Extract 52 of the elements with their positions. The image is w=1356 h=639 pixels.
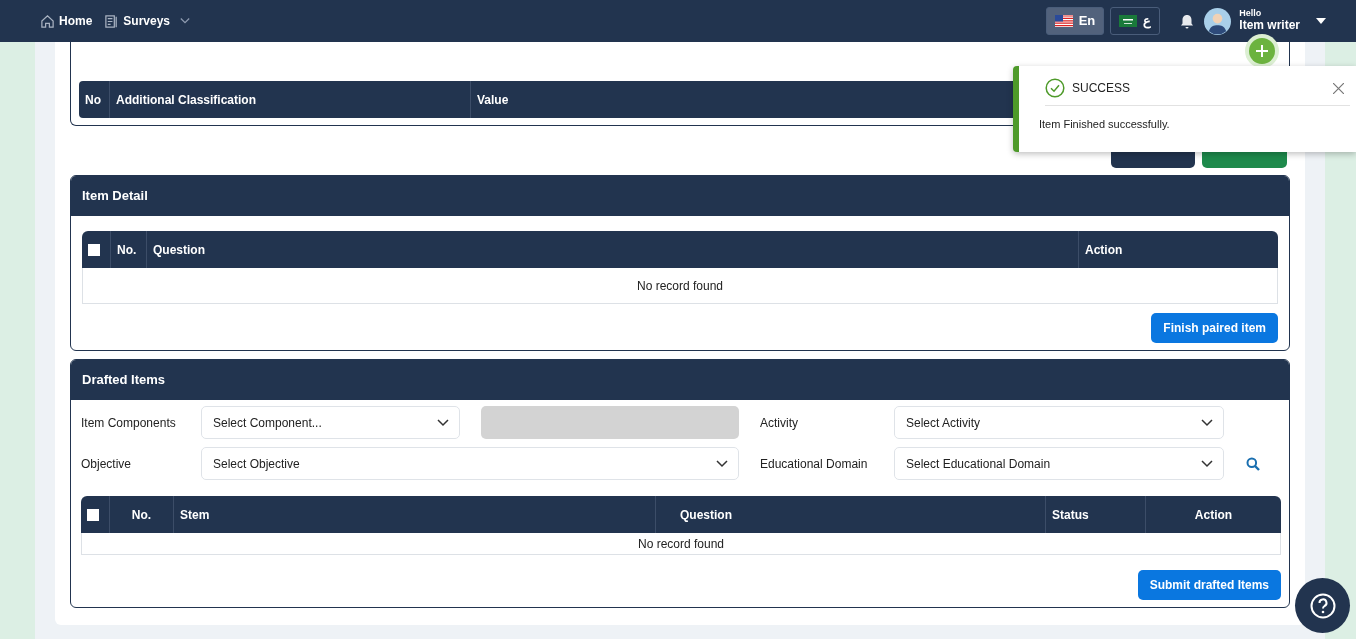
column-header: Question	[153, 242, 205, 257]
search-icon[interactable]	[1246, 456, 1260, 471]
empty-message: No record found	[636, 278, 724, 293]
language-button[interactable]: En	[1045, 7, 1105, 35]
flag-icon	[1054, 15, 1073, 27]
book-icon	[104, 13, 120, 29]
language-button[interactable]: ع	[1110, 7, 1161, 35]
greeting-text: Hello	[1239, 9, 1263, 20]
home-icon	[40, 13, 55, 29]
finish-button[interactable]: Finish paired item	[1151, 313, 1278, 343]
chevron-down-icon	[437, 418, 449, 427]
column-header: Action	[1194, 507, 1233, 522]
nav-link[interactable]: Home	[40, 12, 99, 30]
column-header: No	[85, 92, 101, 107]
column-header: Action	[1085, 242, 1123, 257]
chevron-down-icon	[1201, 459, 1213, 468]
user-name[interactable]: Item writer	[1239, 19, 1300, 33]
toast-title: SUCCESS	[1072, 80, 1130, 97]
section-title: Item Detail	[71, 176, 1289, 216]
checkbox[interactable]	[87, 509, 99, 522]
column-header: Stem	[180, 507, 210, 522]
field-label: Objective	[81, 455, 133, 473]
toast-message: Item Finished successfully.	[1039, 117, 1171, 132]
checkbox[interactable]	[88, 244, 100, 257]
column-header: Status	[1052, 507, 1089, 522]
column-header: Additional Classification	[116, 92, 256, 107]
column-header: Value	[477, 92, 509, 107]
help-icon	[1309, 592, 1336, 619]
check-circle-icon	[1045, 78, 1065, 98]
field-label: Activity	[760, 414, 799, 432]
column-header: No.	[131, 507, 152, 522]
select-field[interactable]: Select Activity	[894, 406, 1224, 439]
field-label: Item Components	[81, 414, 177, 432]
submit-button[interactable]: Submit drafted Items	[1137, 570, 1281, 600]
chevron-down-icon	[716, 459, 728, 468]
field-label: Educational Domain	[760, 455, 869, 473]
bell-icon[interactable]	[1180, 13, 1195, 29]
caret-icon[interactable]	[1316, 18, 1326, 24]
column-header: No.	[117, 242, 137, 257]
plus-icon	[1256, 45, 1268, 57]
avatar-icon[interactable]	[1204, 7, 1232, 35]
nav-link[interactable]: Surveys	[104, 12, 197, 30]
empty-message: No record found	[637, 536, 725, 551]
select-field[interactable]: Select Objective	[201, 447, 739, 480]
chevron-down-icon	[1201, 418, 1213, 427]
select-field[interactable]: Select Component...	[201, 406, 460, 439]
select-field[interactable]: Select Educational Domain	[894, 447, 1224, 480]
section-title: Drafted Items	[71, 360, 1289, 400]
add-button[interactable]	[1249, 38, 1275, 64]
flag-icon	[1119, 15, 1138, 27]
column-header: Question	[680, 507, 732, 522]
close-icon[interactable]	[1333, 82, 1344, 94]
